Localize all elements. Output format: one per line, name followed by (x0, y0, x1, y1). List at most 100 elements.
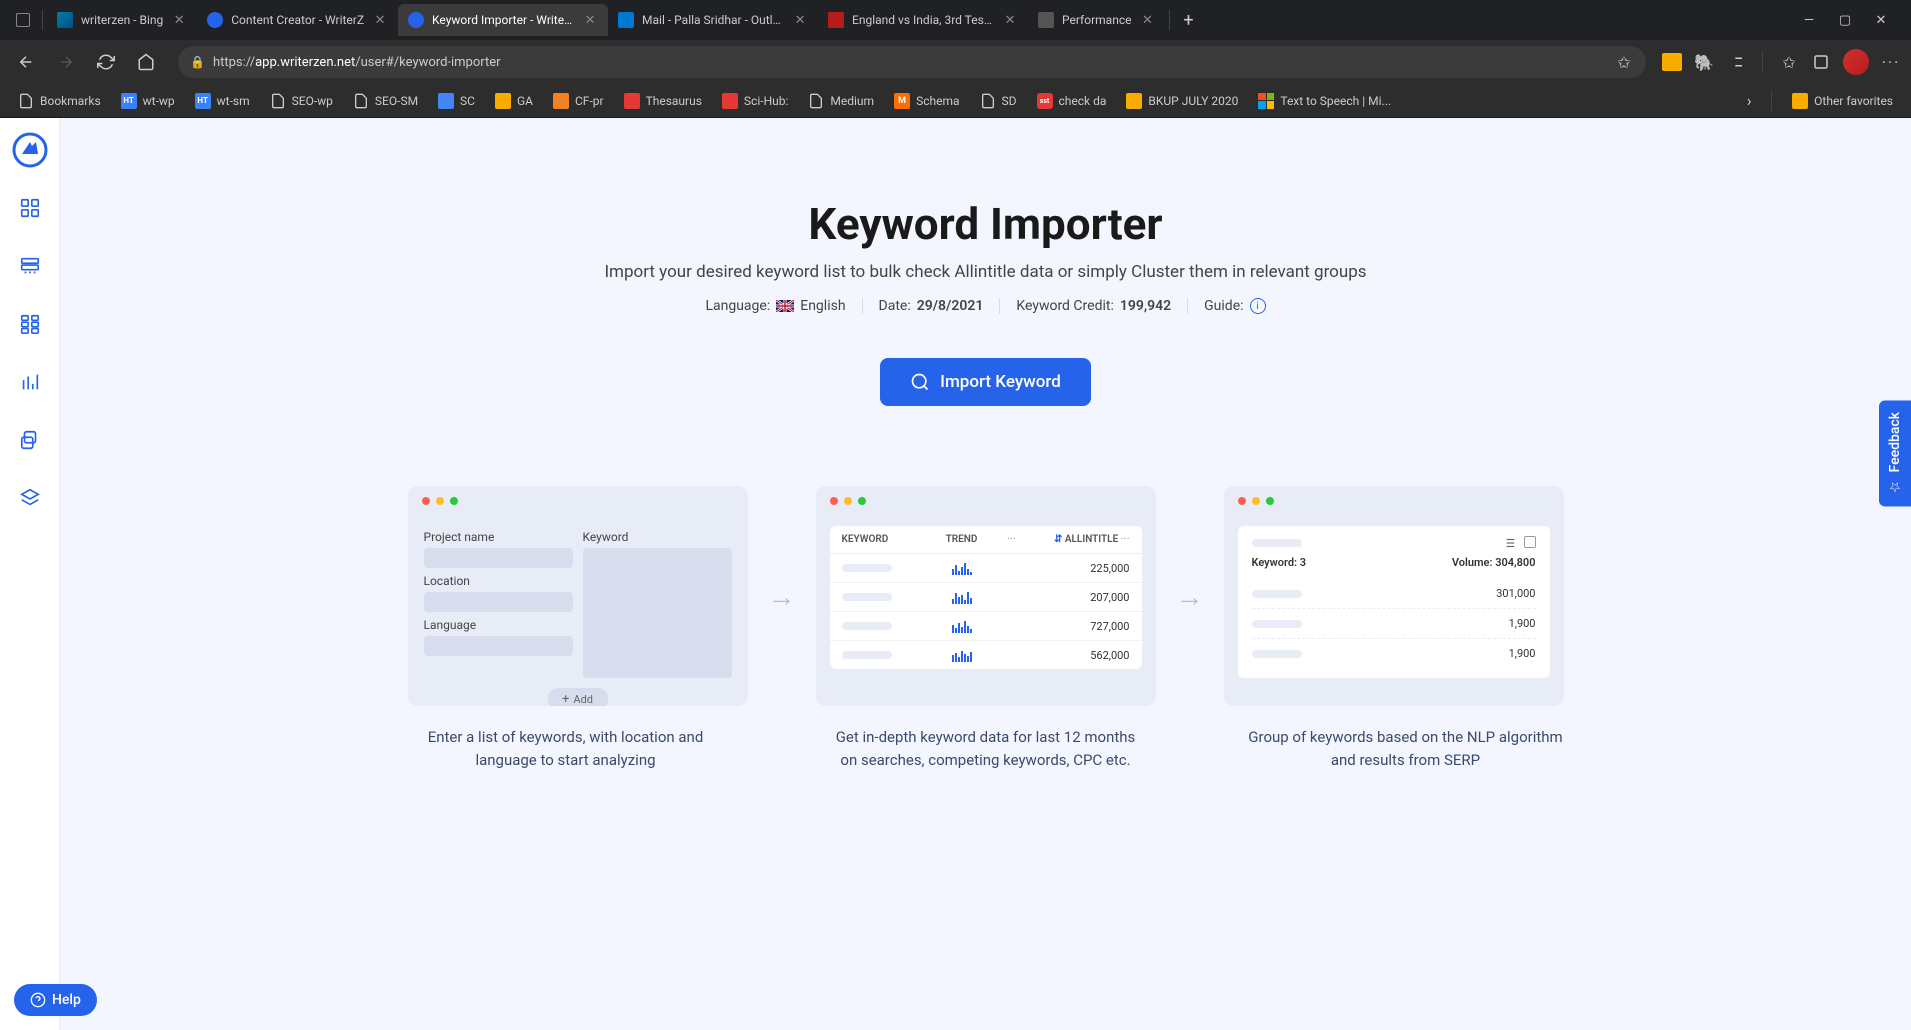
minimize-button[interactable]: — (1799, 10, 1819, 30)
bookmark-item[interactable]: Medium (800, 89, 882, 113)
traffic-light-dot (436, 497, 444, 505)
credit-label: Keyword Credit: (1016, 298, 1113, 314)
caption-2: Get in-depth keyword data for last 12 mo… (816, 726, 1156, 771)
traffic-light-dot (450, 497, 458, 505)
bookmark-item[interactable]: MSchema (886, 89, 967, 113)
sidebar-content-creator[interactable] (12, 364, 48, 400)
location-label: Location (424, 574, 573, 588)
reading-list-icon[interactable]: ✩ (1614, 52, 1634, 72)
other-favorites[interactable]: Other favorites (1784, 89, 1901, 113)
search-icon (910, 372, 930, 392)
cluster-value: 1,900 (1509, 647, 1536, 660)
back-button[interactable] (10, 46, 42, 78)
sidebar-plagiarism[interactable] (12, 422, 48, 458)
tab-actions-icon[interactable] (16, 13, 30, 27)
meta-row: Language: English Date: 29/8/2021 Keywor… (100, 298, 1871, 314)
bookmark-item[interactable]: SC (430, 89, 483, 113)
collections-icon[interactable] (1811, 52, 1831, 72)
bookmark-item[interactable]: Text to Speech | Mi... (1250, 89, 1399, 113)
bookmark-item[interactable]: SEO-SM (345, 89, 426, 113)
forward-button[interactable] (50, 46, 82, 78)
browser-tab[interactable]: Mail - Palla Sridhar - Outloo ✕ (608, 4, 818, 36)
uk-flag-icon (776, 300, 794, 312)
traffic-light-dot (858, 497, 866, 505)
bookmarks-bar: Bookmarks HTwt-wp HTwt-sm SEO-wp SEO-SM … (0, 84, 1911, 118)
app-logo[interactable] (12, 132, 48, 168)
refresh-button[interactable] (90, 46, 122, 78)
traffic-light-dot (1252, 497, 1260, 505)
star-icon: ☆ (1887, 478, 1903, 494)
col-allintitle: ALLINTITLE (1065, 534, 1118, 545)
browser-tab[interactable]: Content Creator - WriterZ ✕ (197, 4, 398, 36)
col-trend: TREND (922, 534, 1002, 545)
address-bar[interactable]: 🔒 https://app.writerzen.net/user#/keywor… (178, 46, 1646, 78)
bing-icon (57, 12, 73, 28)
bookmark-item[interactable]: Thesaurus (616, 89, 710, 113)
close-icon[interactable]: ✕ (1002, 12, 1018, 28)
close-window-button[interactable]: ✕ (1871, 10, 1891, 30)
close-icon[interactable]: ✕ (582, 12, 598, 28)
caption-1: Enter a list of keywords, with location … (396, 726, 736, 771)
favorites-icon[interactable]: ✩ (1779, 52, 1799, 72)
tab-title: England vs India, 3rd Test D (852, 13, 994, 27)
bookmark-item[interactable]: HTwt-sm (187, 89, 258, 113)
bookmark-item[interactable]: GA (487, 89, 541, 113)
bookmark-item[interactable]: HTwt-wp (113, 89, 183, 113)
browser-tab-active[interactable]: Keyword Importer - WriterZ ✕ (398, 4, 608, 36)
traffic-light-dot (844, 497, 852, 505)
language-value: English (800, 298, 845, 314)
date-value: 29/8/2021 (917, 298, 984, 314)
keyword-label: Keyword (583, 530, 732, 544)
import-keyword-button[interactable]: Import Keyword (880, 358, 1091, 406)
bookmark-item[interactable]: sstcheck da (1029, 89, 1115, 113)
bookmark-item[interactable]: SD (972, 89, 1025, 113)
tab-bar: writerzen - Bing ✕ Content Creator - Wri… (0, 0, 1911, 40)
bookmark-item[interactable]: SEO-wp (262, 89, 341, 113)
sidebar-dashboard[interactable] (12, 190, 48, 226)
evernote-icon[interactable]: 🐘 (1694, 52, 1714, 72)
help-icon (30, 992, 46, 1008)
language-label: Language (424, 618, 573, 632)
traffic-light-dot (1238, 497, 1246, 505)
project-label: Project name (424, 530, 573, 544)
credit-value: 199,942 (1120, 298, 1171, 314)
traffic-light-dot (1266, 497, 1274, 505)
extensions-icon[interactable] (1726, 52, 1746, 72)
sidebar-topic-discovery[interactable] (12, 248, 48, 284)
close-icon[interactable]: ✕ (171, 12, 187, 28)
bookmark-overflow-button[interactable]: › (1739, 91, 1759, 111)
url-text: https://app.writerzen.net/user#/keyword-… (213, 55, 1606, 70)
browser-tab[interactable]: writerzen - Bing ✕ (47, 4, 197, 36)
cluster-value: 301,000 (1496, 587, 1535, 600)
tab-title: Content Creator - WriterZ (231, 13, 364, 27)
home-button[interactable] (130, 46, 162, 78)
sidebar-keyword-importer[interactable] (12, 480, 48, 516)
bookmark-item[interactable]: Bookmarks (10, 89, 109, 113)
user-avatar[interactable] (1843, 49, 1869, 75)
bookmark-item[interactable]: BKUP JULY 2020 (1118, 89, 1246, 113)
browser-tab[interactable]: England vs India, 3rd Test D ✕ (818, 4, 1028, 36)
menu-button[interactable]: ··· (1881, 52, 1901, 72)
new-tab-button[interactable]: + (1174, 6, 1202, 34)
maximize-button[interactable]: ▢ (1835, 10, 1855, 30)
info-icon[interactable]: i (1250, 298, 1266, 314)
bookmark-item[interactable]: CF-pr (545, 89, 612, 113)
close-icon[interactable]: ✕ (792, 12, 808, 28)
close-icon[interactable]: ✕ (372, 12, 388, 28)
date-label: Date: (879, 298, 911, 314)
tab-title: writerzen - Bing (81, 13, 163, 27)
feedback-button[interactable]: ☆ Feedback (1879, 400, 1911, 506)
close-icon[interactable]: ✕ (1139, 12, 1155, 28)
browser-tab[interactable]: Performance ✕ (1028, 4, 1165, 36)
help-button[interactable]: Help (14, 984, 97, 1016)
sidebar-keyword-explorer[interactable] (12, 306, 48, 342)
add-button-placeholder: + Add (548, 688, 608, 706)
allintitle-value: 207,000 (1002, 591, 1130, 604)
ext-icon[interactable] (1662, 53, 1682, 71)
arrow-right-icon: → (768, 580, 796, 613)
keyword-textarea-placeholder (583, 548, 732, 678)
bookmark-item[interactable]: Sci-Hub: (714, 89, 796, 113)
tab-title: Keyword Importer - WriterZ (432, 13, 574, 27)
keyword-count: Keyword: 3 (1252, 556, 1307, 569)
cluster-value: 1,900 (1509, 617, 1536, 630)
